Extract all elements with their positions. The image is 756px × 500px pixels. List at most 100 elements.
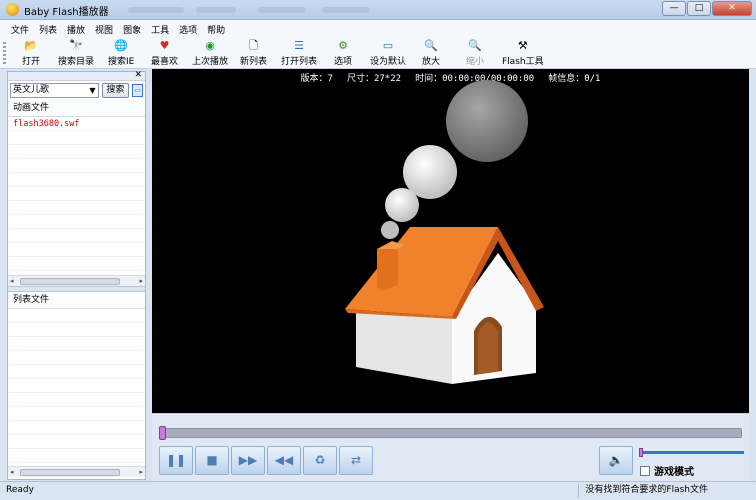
scroll-right-icon[interactable]: ▸: [139, 467, 143, 477]
speaker-icon: 🔈: [608, 453, 624, 467]
folder-open-icon: 📂: [24, 39, 38, 52]
smoke-puff-small: [385, 188, 419, 222]
status-bar: Ready 没有找到符合要求的Flash文件: [0, 481, 756, 500]
game-mode-label: 游戏模式: [654, 467, 694, 478]
scroll-right-icon[interactable]: ▸: [139, 276, 143, 286]
rewind-button[interactable]: ◀◀: [267, 446, 301, 475]
menu-play[interactable]: 播放: [62, 23, 90, 36]
window-title: Baby Flash播放器: [24, 7, 109, 18]
animation-files-panel: 动画文件 flash3680.swf: [8, 100, 145, 277]
blurred-tab-1: [128, 7, 184, 13]
file-item[interactable]: flash3680.swf: [8, 117, 145, 131]
menu-file[interactable]: 文件: [6, 23, 34, 36]
loop-button[interactable]: ♻: [303, 446, 337, 475]
scroll-left-icon[interactable]: ◂: [10, 467, 14, 477]
stop-icon: ■: [206, 453, 218, 467]
house-chimney: [377, 243, 398, 291]
zoom-in-icon: 🔍: [424, 39, 438, 52]
flash-tools-button[interactable]: ⚒ Flash工具: [502, 39, 544, 67]
menu-tools[interactable]: 工具: [146, 23, 174, 36]
favorites-button[interactable]: ♥ 最喜欢: [151, 39, 178, 67]
search-ie-button[interactable]: 🌐 搜索IE: [108, 39, 134, 67]
blurred-tab-2: [196, 7, 236, 13]
file-list-empty: [8, 131, 145, 274]
smoke-puff-large: [446, 80, 528, 162]
menu-list[interactable]: 列表: [34, 23, 62, 36]
set-default-button[interactable]: ▭ 设为默认: [370, 39, 406, 67]
mute-button[interactable]: 🔈: [599, 446, 633, 475]
fast-forward-icon: ▶▶: [238, 453, 258, 467]
blurred-tab-3: [258, 7, 306, 13]
flash-stage[interactable]: 版本：7 尺寸：27*22 时间：00:00:00/00:00:00 帧信息：0…: [152, 69, 749, 413]
open-list-icon: ☰: [294, 39, 304, 52]
window-default-icon: ▭: [382, 39, 394, 52]
smoke-puff-tiny: [381, 221, 399, 239]
binoculars-icon: 🔭: [69, 39, 83, 52]
toolbar: 📂 打开 🔭 搜索目录 🌐 搜索IE ♥ 最喜欢 ◉ 上次播放 🗋 新列表 ☰ …: [0, 38, 756, 69]
search-directory-button[interactable]: 🔭 搜索目录: [58, 39, 94, 67]
zoom-in-button[interactable]: 🔍 放大: [422, 39, 440, 67]
pane-header: ✕: [8, 70, 145, 81]
minimize-button[interactable]: —: [662, 1, 686, 16]
green-play-icon: ◉: [205, 39, 215, 52]
list-toggle-button[interactable]: ▭: [132, 83, 143, 97]
volume-slider[interactable]: [639, 448, 744, 457]
menu-bar: 文件 列表 播放 视图 图象 工具 选项 帮助: [0, 20, 756, 38]
volume-handle[interactable]: [639, 448, 643, 457]
toolbar-grip[interactable]: [3, 42, 6, 66]
close-button[interactable]: ✕: [712, 1, 752, 16]
list-files-empty: [8, 309, 145, 464]
menu-view[interactable]: 视图: [90, 23, 118, 36]
app-icon: [6, 3, 19, 16]
search-button[interactable]: 搜索: [101, 82, 130, 98]
pause-icon: ❚❚: [165, 453, 187, 467]
forward-button[interactable]: ▶▶: [231, 446, 265, 475]
new-document-icon: 🗋: [249, 39, 258, 52]
list-files-header: 列表文件: [8, 292, 145, 309]
pane-close-icon[interactable]: ✕: [134, 70, 142, 80]
status-text: Ready: [6, 485, 34, 495]
game-mode-checkbox[interactable]: 游戏模式: [640, 463, 694, 478]
maximize-button[interactable]: □: [687, 1, 711, 16]
horizontal-scrollbar[interactable]: ◂ ▸: [8, 275, 145, 286]
menu-help[interactable]: 帮助: [202, 23, 230, 36]
seek-bar[interactable]: [159, 426, 742, 440]
animation-files-header: 动画文件: [8, 100, 145, 117]
last-played-button[interactable]: ◉ 上次播放: [192, 39, 228, 67]
menu-image[interactable]: 图象: [118, 23, 146, 36]
heart-icon: ♥: [159, 39, 170, 52]
player-controls: ❚❚ ■ ▶▶ ◀◀ ♻ ⇄ 🔈 游戏模式: [152, 413, 749, 481]
scroll-thumb[interactable]: [20, 278, 120, 285]
status-separator: [578, 484, 579, 498]
category-select[interactable]: 英文儿歌 ▼: [10, 82, 99, 98]
open-list-button[interactable]: ☰ 打开列表: [281, 39, 317, 67]
horizontal-scrollbar-2[interactable]: ◂ ▸: [8, 466, 145, 477]
zoom-out-button[interactable]: 🔍 缩小: [466, 39, 484, 67]
tools-icon: ⚒: [517, 39, 528, 52]
options-icon: ⚙: [338, 39, 348, 52]
house-animation: [345, 80, 544, 384]
house-side-wall: [356, 311, 452, 384]
menu-options[interactable]: 选项: [174, 23, 202, 36]
pause-button[interactable]: ❚❚: [159, 446, 193, 475]
new-list-button[interactable]: 🗋 新列表: [240, 39, 267, 67]
checkbox-box[interactable]: [640, 465, 650, 476]
seek-handle[interactable]: [159, 426, 166, 440]
globe-icon: 🌐: [114, 39, 129, 52]
open-button[interactable]: 📂 打开: [22, 39, 40, 67]
repeat-button[interactable]: ⇄: [339, 446, 373, 475]
options-button[interactable]: ⚙ 选项: [334, 39, 352, 67]
zoom-out-icon: 🔍: [468, 39, 482, 52]
status-message: 没有找到符合要求的Flash文件: [585, 485, 708, 495]
stop-button[interactable]: ■: [195, 446, 229, 475]
blurred-tab-4: [322, 7, 370, 13]
scroll-left-icon[interactable]: ◂: [10, 276, 14, 286]
list-files-panel: 列表文件: [8, 292, 145, 465]
recycle-icon: ♻: [314, 453, 326, 467]
scroll-thumb[interactable]: [20, 469, 120, 476]
file-browser-pane: ✕ 英文儿歌 ▼ 搜索 ▭ 动画文件 flash3680.swf ◂ ▸ 列表文…: [7, 70, 146, 480]
repeat-icon: ⇄: [350, 453, 362, 467]
rewind-icon: ◀◀: [274, 453, 294, 467]
house-door-inner: [478, 322, 498, 374]
title-bar: Baby Flash播放器 — □ ✕: [0, 0, 756, 20]
